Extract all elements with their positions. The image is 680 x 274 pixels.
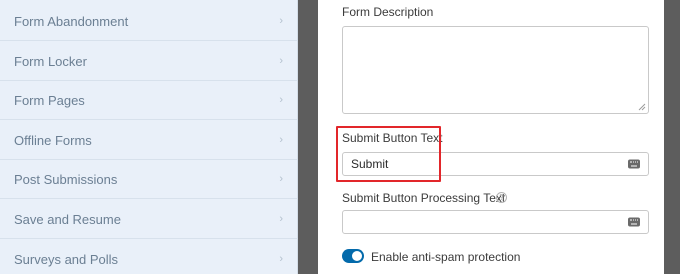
sidebar: Form Abandonment › Form Locker › Form Pa… [0, 0, 298, 274]
sidebar-item-label: Form Abandonment [14, 13, 129, 29]
sidebar-item-surveys-and-polls[interactable]: Surveys and Polls › [0, 240, 297, 274]
submit-button-text-value: Submit [351, 157, 389, 171]
smart-tags-icon[interactable] [628, 159, 640, 169]
sidebar-item-label: Surveys and Polls [14, 251, 119, 267]
resize-grip-icon[interactable] [638, 103, 646, 111]
sidebar-item-offline-forms[interactable]: Offline Forms › [0, 121, 297, 160]
chevron-right-icon: › [279, 54, 283, 67]
sidebar-item-form-pages[interactable]: Form Pages › [0, 81, 297, 120]
sidebar-item-post-submissions[interactable]: Post Submissions › [0, 160, 297, 199]
chevron-right-icon: › [279, 252, 283, 265]
chevron-right-icon: › [279, 172, 283, 185]
sidebar-item-label: Post Submissions [14, 171, 118, 187]
antispam-label: Enable anti-spam protection [371, 250, 521, 264]
antispam-toggle[interactable] [342, 249, 364, 263]
sidebar-item-label: Offline Forms [14, 132, 92, 148]
submit-button-text-label: Submit Button Text [342, 131, 443, 145]
sidebar-item-form-abandonment[interactable]: Form Abandonment › [0, 2, 297, 41]
chevron-right-icon: › [279, 93, 283, 106]
chevron-right-icon: › [279, 133, 283, 146]
chevron-right-icon: › [279, 212, 283, 225]
sidebar-item-label: Save and Resume [14, 211, 121, 227]
submit-button-text-input[interactable]: Submit [342, 152, 649, 176]
smart-tags-icon[interactable] [628, 217, 640, 227]
sidebar-item-label: Form Locker [14, 53, 87, 69]
sidebar-item-form-locker[interactable]: Form Locker › [0, 42, 297, 81]
chevron-right-icon: › [279, 14, 283, 27]
form-description-textarea[interactable] [342, 26, 649, 114]
form-description-label: Form Description [342, 5, 434, 19]
sidebar-item-save-and-resume[interactable]: Save and Resume › [0, 200, 297, 239]
backdrop-overlay-right [664, 0, 680, 274]
processing-text-input[interactable] [342, 210, 649, 234]
processing-text-label: Submit Button Processing Text [342, 191, 506, 205]
help-icon[interactable]: ? [496, 192, 507, 203]
sidebar-item-label: Form Pages [14, 92, 85, 108]
backdrop-overlay-left [298, 0, 318, 274]
toggle-knob [352, 251, 362, 261]
